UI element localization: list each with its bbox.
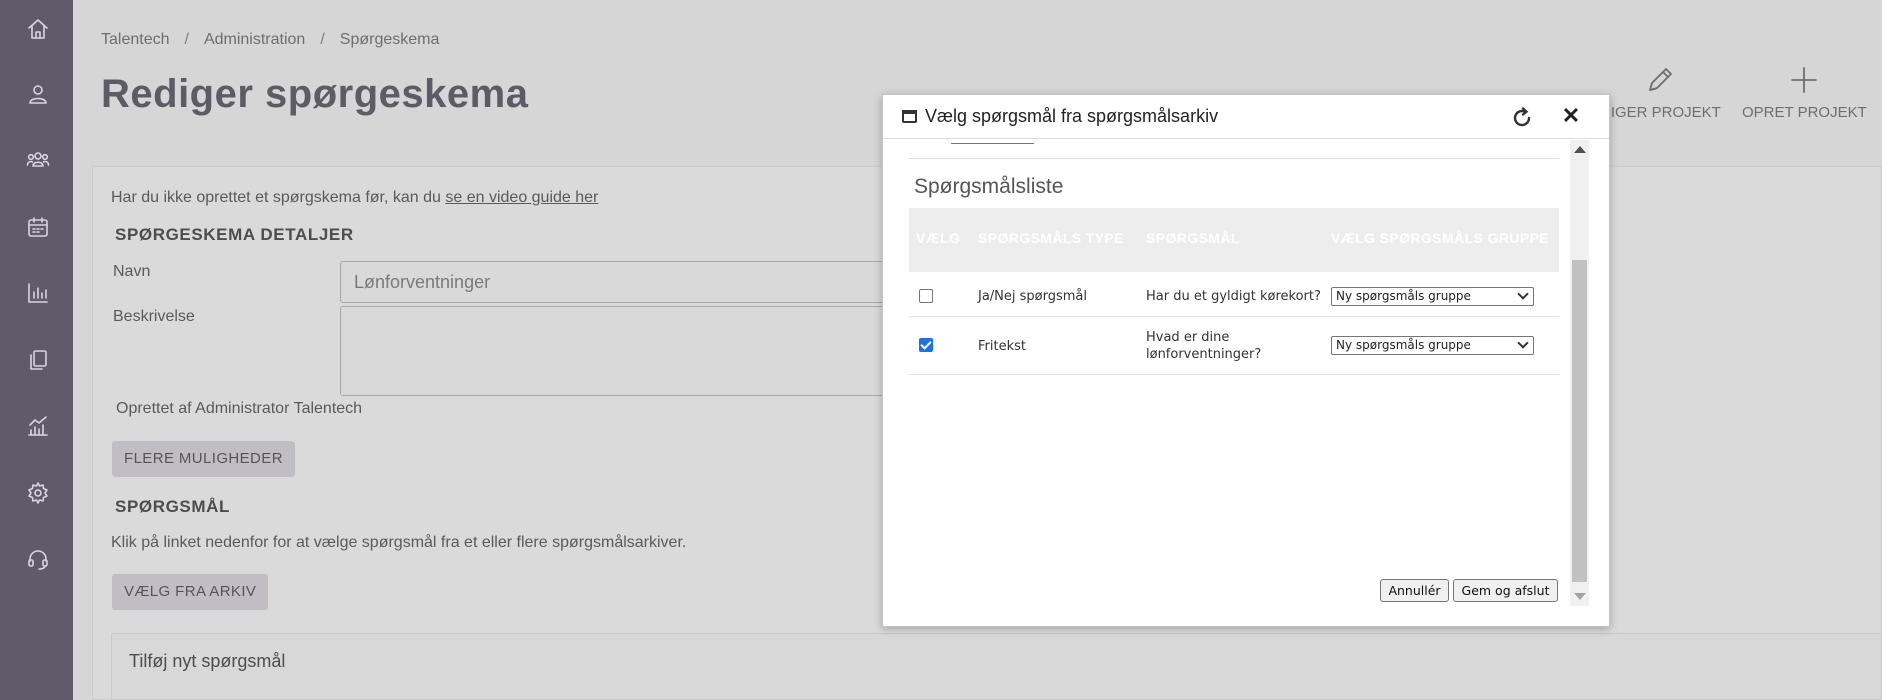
sidebar [0,0,73,700]
question-type: Ja/Nej spørgsmål [978,289,1088,304]
chevron-down-icon [1517,288,1529,300]
add-question-label: Tilføj nyt spørgsmål [129,651,286,671]
column-header-select: VÆLG [916,230,961,246]
group-select[interactable]: Ny spørgsmåls gruppe [1331,336,1534,355]
scroll-thumb[interactable] [1572,260,1587,582]
row-select-checkbox[interactable] [919,338,933,352]
video-guide-link[interactable]: se en video guide her [445,189,598,206]
add-question-panel[interactable]: Tilføj nyt spørgsmål [111,633,1882,700]
questions-instruction: Klik på linket nedenfor for at vælge spø… [111,534,687,551]
gear-icon[interactable] [22,477,54,509]
dialog-title: Vælg spørgsmål fra spørgsmålsarkiv [925,106,1219,126]
dialog-body: Spørgsmålsliste VÆLG SPØRGSMÅLS TYPE SPØ… [883,140,1609,626]
column-header-question: SPØRGSMÅL [1146,230,1240,246]
user-icon[interactable] [22,78,54,110]
edit-project-button[interactable]: DIGER PROJEKT [1600,62,1721,121]
breadcrumb: Talentech / Administration / Spørgeskema [101,31,439,49]
create-project-button[interactable]: OPRET PROJEKT [1742,62,1867,121]
description-field[interactable] [340,306,940,396]
group-select-value: Ny spørgsmåls gruppe [1336,338,1471,352]
intro-text: Har du ikke oprettet et spørgskema før, … [111,189,598,207]
close-icon[interactable]: ✕ [1559,104,1583,128]
breadcrumb-current: Spørgeskema [339,31,440,48]
pencil-icon [1649,68,1673,91]
create-project-label: OPRET PROJEKT [1742,104,1867,121]
bar-chart-icon[interactable] [22,277,54,309]
breadcrumb-administration[interactable]: Administration [204,31,305,48]
name-field[interactable]: Lønforventninger [340,261,940,303]
table-row: Fritekst Hvad er dine lønforventninger? … [909,318,1559,375]
table-row: Ja/Nej spørgsmål Har du et gyldigt kørek… [909,276,1559,317]
created-by-text: Oprettet af Administrator Talentech [116,400,363,417]
breadcrumb-talentech[interactable]: Talentech [101,31,170,48]
page-title: Rediger spørgeskema [101,72,529,116]
calendar-icon[interactable] [22,211,54,243]
divider [909,158,1559,159]
question-list-title: Spørgsmålsliste [914,175,1064,198]
name-value: Lønforventninger [354,272,491,292]
copy-icon[interactable] [22,344,54,376]
edit-project-label: DIGER PROJEKT [1600,104,1721,121]
headset-icon[interactable] [22,543,54,575]
refresh-icon[interactable] [1510,106,1534,130]
table-header: VÆLG SPØRGSMÅLS TYPE SPØRGSMÅL VÆLG SPØR… [909,208,1559,272]
cancel-button[interactable]: Annullér [1380,579,1449,602]
scroll-up-arrow[interactable] [1574,146,1586,153]
column-header-type: SPØRGSMÅLS TYPE [978,230,1125,246]
dialog-header: Vælg spørgsmål fra spørgsmålsarkiv ✕ [883,95,1609,139]
home-icon[interactable] [22,13,54,45]
row-select-checkbox[interactable] [919,289,933,303]
column-header-group: VÆLG SPØRGSMÅLS GRUPPE [1331,230,1550,246]
question-text: Hvad er dine lønforventninger? [1146,330,1262,362]
analytics-icon[interactable] [22,410,54,442]
plus-icon [1791,67,1818,93]
choose-from-archive-button[interactable]: VÆLG FRA ARKIV [112,574,269,610]
breadcrumb-separator: / [184,31,189,48]
tab-underline [951,143,1034,144]
more-options-button[interactable]: FLERE MULIGHEDER [112,441,295,477]
name-label: Navn [113,263,151,280]
breadcrumb-separator: / [320,31,325,48]
details-heading: SPØRGESKEMA DETALJER [115,225,354,244]
dialog-scrollbar[interactable] [1570,140,1589,606]
archive-dialog: Vælg spørgsmål fra spørgsmålsarkiv ✕ Spø… [882,94,1610,627]
group-select-value: Ny spørgsmåls gruppe [1336,289,1471,303]
intro-sentence: Har du ikke oprettet et spørgskema før, … [111,189,446,206]
group-icon[interactable] [22,144,54,176]
description-label: Beskrivelse [113,308,195,325]
window-icon [902,110,917,123]
save-and-close-button[interactable]: Gem og afslut [1453,579,1558,602]
chevron-down-icon [1517,337,1529,349]
question-type: Fritekst [978,339,1026,354]
questions-heading: SPØRGSMÅL [115,497,230,516]
group-select[interactable]: Ny spørgsmåls gruppe [1331,287,1534,306]
question-text: Har du et gyldigt kørekort? [1146,289,1321,304]
scroll-down-arrow[interactable] [1574,593,1586,600]
